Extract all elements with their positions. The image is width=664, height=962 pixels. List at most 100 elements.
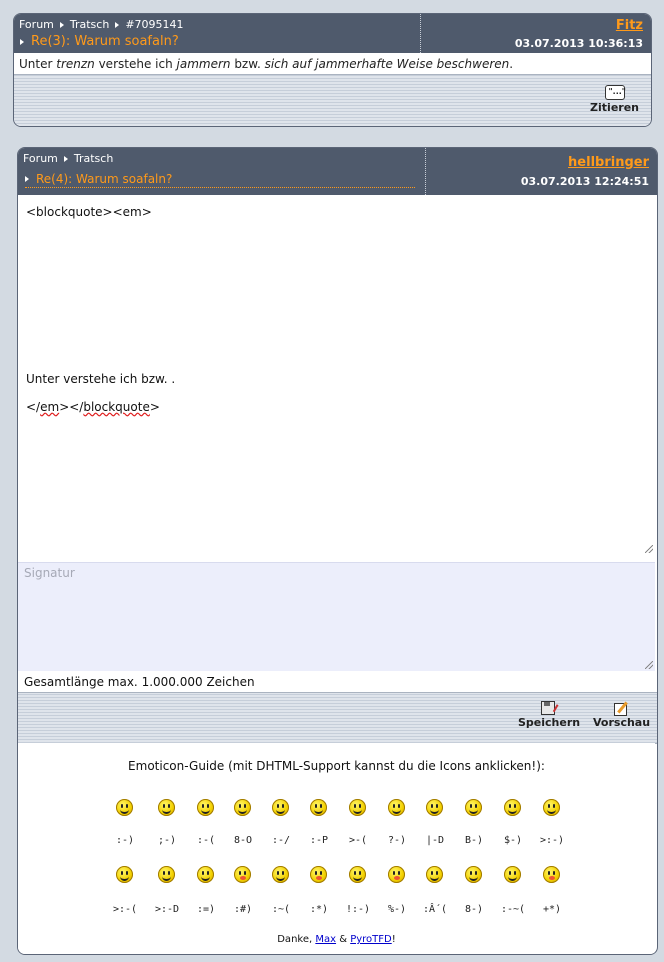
subject-arrow-icon [25, 176, 29, 182]
emoticon-icon[interactable] [504, 799, 521, 816]
resize-grip-icon[interactable] [645, 661, 653, 669]
emoticon-code: +*) [542, 904, 562, 915]
emoticon-code: 8-O [233, 835, 253, 846]
emoticon-icon[interactable] [543, 866, 560, 883]
emoticon-icon[interactable] [465, 866, 482, 883]
post-text-em: trenzn [56, 57, 95, 71]
emoticon-code: !:-) [345, 904, 371, 915]
post-subject[interactable]: Re(4): Warum soafaln? [25, 172, 415, 188]
signature-placeholder: Signatur [24, 566, 75, 580]
header-divider [420, 14, 421, 53]
credits-text: Danke, [277, 934, 316, 945]
post-text-em: sich auf jammerhafte Weise beschweren [264, 57, 510, 71]
emoticon-guide: Emoticon-Guide (mit DHTML-Support kannst… [18, 743, 655, 954]
breadcrumb: Forum Tratsch [23, 152, 113, 165]
credits: Danke, Max & PyroTFD! [18, 934, 655, 945]
emoticon-code: :-) [115, 835, 135, 846]
emoticon-code: ?-) [387, 835, 407, 846]
message-textarea[interactable]: <blockquote><em> Unter verstehe ich bzw.… [18, 195, 655, 555]
emoticon-icon[interactable] [272, 799, 289, 816]
post-text: . [509, 57, 514, 71]
emoticon-icon[interactable] [158, 799, 175, 816]
breadcrumb: Forum Tratsch #7095141 [19, 18, 184, 31]
save-button[interactable]: Speichern [518, 701, 580, 729]
post-header: Forum Tratsch Re(4): Warum soafaln? hell… [18, 148, 657, 195]
emoticon-code: :-/ [271, 835, 291, 846]
save-button-label: Speichern [518, 716, 581, 729]
emoticon-code: >-( [348, 835, 368, 846]
post-date: 03.07.2013 10:36:13 [514, 37, 643, 50]
emoticon-code: :#) [233, 904, 253, 915]
emoticon-icon[interactable] [388, 799, 405, 816]
emoticon-code: :-~( [500, 904, 526, 915]
post-header: Forum Tratsch #7095141 Re(3): Warum soaf… [14, 14, 651, 53]
emoticon-icon[interactable] [197, 866, 214, 883]
editor-toolbar: Speichern Vorschau [18, 692, 657, 744]
emoticon-icon[interactable] [310, 799, 327, 816]
header-divider [425, 148, 426, 195]
preview-button[interactable]: Vorschau [593, 701, 650, 729]
emoticon-code: >:-D [154, 904, 180, 915]
emoticon-icon[interactable] [272, 866, 289, 883]
save-icon [541, 701, 559, 715]
post-subject-text: Re(4): Warum soafaln? [36, 172, 173, 186]
emoticon-code: B-) [464, 835, 484, 846]
breadcrumb-tratsch[interactable]: Tratsch [70, 18, 109, 31]
post-date: 03.07.2013 12:24:51 [520, 175, 649, 188]
post-subject[interactable]: Re(3): Warum soafaln? [20, 34, 179, 49]
emoticon-icon[interactable] [116, 866, 133, 883]
emoticon-icon[interactable] [349, 799, 366, 816]
credits-text: & [336, 934, 351, 945]
post-text: Unter [19, 57, 57, 71]
editor-line: </em></blockquote> [26, 400, 160, 414]
emoticon-icon[interactable] [388, 866, 405, 883]
emoticon-icon[interactable] [310, 866, 327, 883]
emoticon-code: :~( [271, 904, 291, 915]
emoticon-guide-title: Emoticon-Guide (mit DHTML-Support kannst… [128, 759, 545, 773]
emoticon-code: |-D [425, 835, 445, 846]
credits-link-pyrotfd[interactable]: PyroTFD [350, 934, 392, 945]
breadcrumb-post-id[interactable]: #7095141 [125, 18, 183, 31]
emoticon-code: >:-( [112, 904, 138, 915]
emoticon-code: :=) [196, 904, 216, 915]
preview-button-label: Vorschau [593, 716, 651, 729]
post-author-link[interactable]: Fitz [616, 18, 643, 33]
emoticon-code: ;-) [157, 835, 177, 846]
emoticon-code: >:-) [539, 835, 565, 846]
quote-icon: "..." [604, 85, 626, 100]
post-reply-4-editor: Forum Tratsch Re(4): Warum soafaln? hell… [17, 147, 658, 955]
quote-button-label: Zitieren [590, 101, 639, 114]
emoticon-icon[interactable] [234, 866, 251, 883]
emoticon-code: %-) [387, 904, 407, 915]
emoticon-icon[interactable] [504, 866, 521, 883]
resize-grip-icon[interactable] [645, 545, 653, 553]
emoticon-code: $-) [503, 835, 523, 846]
emoticon-icon[interactable] [116, 799, 133, 816]
breadcrumb-tratsch[interactable]: Tratsch [74, 152, 113, 165]
editor-line: <blockquote><em> [26, 205, 152, 219]
emoticon-code: :Â´( [422, 904, 448, 915]
emoticon-icon[interactable] [234, 799, 251, 816]
emoticon-code: :-P [309, 835, 329, 846]
emoticon-icon[interactable] [426, 866, 443, 883]
post-toolbar: "..." Zitieren [14, 74, 651, 126]
emoticon-icon[interactable] [197, 799, 214, 816]
breadcrumb-separator-icon [59, 21, 64, 28]
emoticon-icon[interactable] [349, 866, 366, 883]
credits-link-max[interactable]: Max [315, 934, 336, 945]
breadcrumb-forum[interactable]: Forum [19, 18, 54, 31]
emoticon-icon[interactable] [426, 799, 443, 816]
breadcrumb-separator-icon [115, 21, 120, 28]
emoticon-icon[interactable] [543, 799, 560, 816]
emoticon-code: 8-) [464, 904, 484, 915]
emoticon-icon[interactable] [158, 866, 175, 883]
emoticon-code: :*) [309, 904, 329, 915]
breadcrumb-forum[interactable]: Forum [23, 152, 58, 165]
emoticon-icon[interactable] [465, 799, 482, 816]
quote-button[interactable]: "..." Zitieren [590, 85, 639, 114]
signature-textarea[interactable]: Signatur [18, 562, 655, 671]
post-subject-text: Re(3): Warum soafaln? [31, 34, 179, 49]
post-text: bzw. [230, 57, 265, 71]
editor-line: Unter verstehe ich bzw. . [26, 372, 176, 386]
post-author-link[interactable]: hellbringer [568, 155, 649, 170]
